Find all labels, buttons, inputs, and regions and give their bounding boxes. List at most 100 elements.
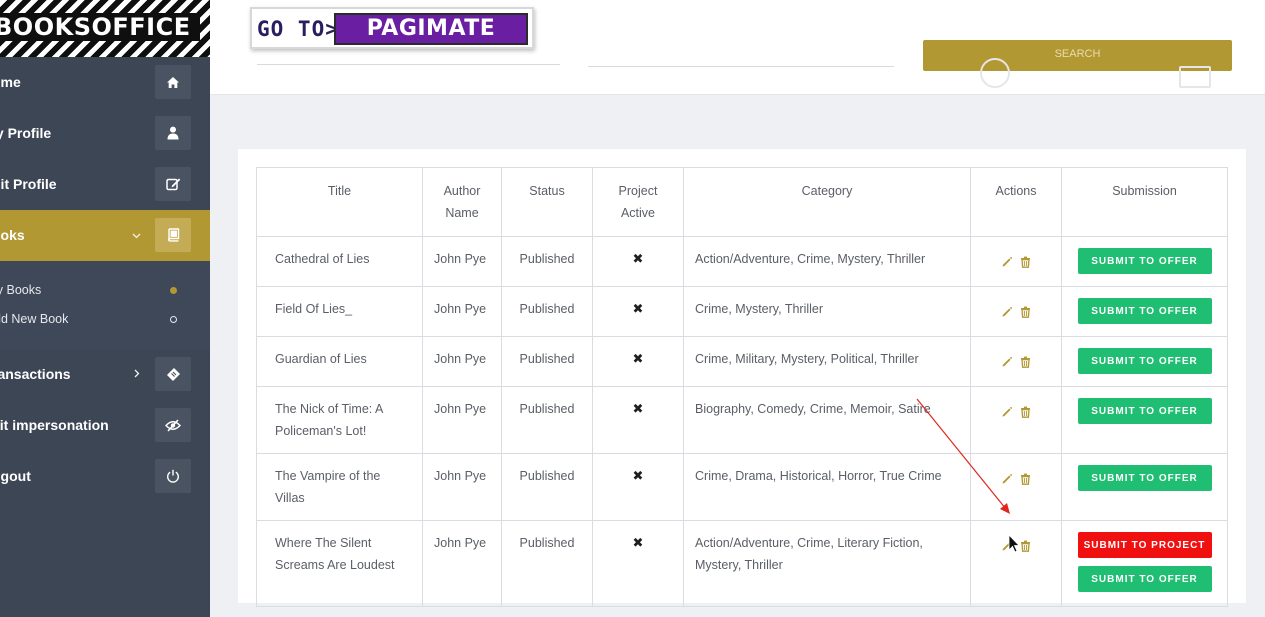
submenu-item-add-new-book[interactable]: dd New Book xyxy=(0,305,210,334)
author-cell: John Pye xyxy=(422,286,502,337)
submission-cell: SUBMIT TO PROJECT SUBMIT TO OFFER xyxy=(1061,520,1228,607)
books-table: Title Author Name Status Project Active … xyxy=(256,167,1228,607)
calendar-icon xyxy=(1179,66,1211,88)
delete-trash-icon[interactable] xyxy=(1018,403,1032,418)
submit-to-offer-button[interactable]: SUBMIT TO OFFER xyxy=(1077,348,1212,374)
book-title-cell: The Nick of Time: A Policeman's Lot! xyxy=(256,386,423,454)
sidebar-item-my-profile[interactable]: ly Profile xyxy=(0,108,210,159)
actions-cell xyxy=(970,453,1062,521)
submit-to-offer-button[interactable]: SUBMIT TO OFFER xyxy=(1077,298,1212,324)
active-dot-icon xyxy=(170,287,177,294)
project-inactive-x-icon: ✖ xyxy=(592,453,684,521)
inactive-dot-icon xyxy=(170,316,177,323)
edit-pencil-icon[interactable] xyxy=(1000,303,1014,317)
author-cell: John Pye xyxy=(422,520,502,607)
sidebar-item-logout[interactable]: ogout xyxy=(0,451,210,502)
submenu-item-my-books[interactable]: ly Books xyxy=(0,276,210,305)
sidebar-item-home[interactable]: ome xyxy=(0,57,210,108)
table-row: Guardian of Lies John Pye Published ✖ Crime,… xyxy=(256,336,1228,387)
delete-trash-icon[interactable] xyxy=(1018,253,1032,268)
edit-pencil-icon[interactable] xyxy=(1000,253,1014,267)
edit-pencil-icon[interactable] xyxy=(1000,403,1014,417)
delete-trash-icon[interactable] xyxy=(1018,353,1032,368)
pagimate-promo-banner[interactable]: GO TO> PAGIMATE xyxy=(250,7,534,49)
category-cell: Biography, Comedy, Crime, Memoir, Satire xyxy=(683,386,971,454)
author-cell: John Pye xyxy=(422,386,502,454)
header-actions: Actions xyxy=(970,167,1062,237)
power-icon xyxy=(155,459,191,493)
promo-prefix: GO TO> xyxy=(257,17,339,41)
edit-pencil-icon[interactable] xyxy=(1000,537,1014,551)
sidebar-item-transactions[interactable]: ransactions xyxy=(0,349,210,400)
edit-pencil-icon[interactable] xyxy=(1000,470,1014,484)
submit-to-offer-button[interactable]: SUBMIT TO OFFER xyxy=(1077,566,1212,592)
project-inactive-x-icon: ✖ xyxy=(592,336,684,387)
actions-cell xyxy=(970,520,1062,607)
sidebar-item-edit-profile[interactable]: dit Profile xyxy=(0,159,210,210)
book-title-cell: The Vampire of the Villas xyxy=(256,453,423,521)
book-title-cell: Field Of Lies_ xyxy=(256,286,423,337)
submit-to-offer-button[interactable]: SUBMIT TO OFFER xyxy=(1077,248,1212,274)
submission-cell: SUBMIT TO OFFER xyxy=(1061,236,1228,287)
book-icon xyxy=(155,218,191,252)
promo-brand: PAGIMATE xyxy=(334,13,528,45)
author-cell: John Pye xyxy=(422,453,502,521)
sidebar-item-books[interactable]: ooks xyxy=(0,210,210,261)
actions-cell xyxy=(970,386,1062,454)
submit-to-offer-button[interactable]: SUBMIT TO OFFER xyxy=(1077,398,1212,424)
status-cell: Published xyxy=(501,453,593,521)
header-category: Category xyxy=(683,167,971,237)
sidebar-item-label: dit Profile xyxy=(0,176,57,192)
ticket-icon xyxy=(155,357,191,391)
category-cell: Action/Adventure, Crime, Literary Fictio… xyxy=(683,520,971,607)
actions-cell xyxy=(970,286,1062,337)
sidebar-item-label: ly Profile xyxy=(0,125,52,141)
author-cell: John Pye xyxy=(422,236,502,287)
actions-cell xyxy=(970,336,1062,387)
books-submenu: ly Books dd New Book xyxy=(0,261,210,349)
delete-trash-icon[interactable] xyxy=(1018,470,1032,485)
table-row: The Vampire of the Villas John Pye Publish… xyxy=(256,453,1228,521)
table-header-row: Title Author Name Status Project Active … xyxy=(256,167,1228,237)
edit-pencil-icon[interactable] xyxy=(1000,353,1014,367)
status-cell: Published xyxy=(501,336,593,387)
book-title-cell: Guardian of Lies xyxy=(256,336,423,387)
submenu-item-label: ly Books xyxy=(0,283,42,297)
chevron-down-icon xyxy=(132,210,141,261)
submission-cell: SUBMIT TO OFFER xyxy=(1061,286,1228,337)
chevron-right-icon xyxy=(134,349,140,400)
delete-trash-icon[interactable] xyxy=(1018,303,1032,318)
category-cell: Action/Adventure, Crime, Mystery, Thrill… xyxy=(683,236,971,287)
logo-text: BOOKSOFFICE xyxy=(0,13,191,41)
submit-to-offer-button[interactable]: SUBMIT TO OFFER xyxy=(1077,465,1212,491)
header-status: Status xyxy=(501,167,593,237)
header-title: Title xyxy=(256,167,423,237)
delete-trash-icon[interactable] xyxy=(1018,537,1032,552)
actions-cell xyxy=(970,236,1062,287)
submit-to-project-button[interactable]: SUBMIT TO PROJECT xyxy=(1077,532,1212,558)
filter-field-underline[interactable] xyxy=(588,66,894,67)
submission-cell: SUBMIT TO OFFER xyxy=(1061,453,1228,521)
status-cell: Published xyxy=(501,236,593,287)
book-title-cell: Cathedral of Lies xyxy=(256,236,423,287)
eye-slash-icon xyxy=(155,408,191,442)
status-cell: Published xyxy=(501,286,593,337)
header-author: Author Name xyxy=(422,167,502,237)
project-inactive-x-icon: ✖ xyxy=(592,520,684,607)
sidebar-item-exit-impersonation[interactable]: xit impersonation xyxy=(0,400,210,451)
filter-field-underline[interactable] xyxy=(257,64,560,65)
user-icon xyxy=(155,116,191,150)
sidebar-item-label: ome xyxy=(0,74,21,90)
submenu-item-label: dd New Book xyxy=(0,312,69,326)
table-row: Field Of Lies_ John Pye Published ✖ Crime, M… xyxy=(256,286,1228,337)
category-cell: Crime, Drama, Historical, Horror, True C… xyxy=(683,453,971,521)
category-cell: Crime, Mystery, Thriller xyxy=(683,286,971,337)
submission-cell: SUBMIT TO OFFER xyxy=(1061,336,1228,387)
header-project-active: Project Active xyxy=(592,167,684,237)
booksoffice-logo[interactable]: BOOKSOFFICE xyxy=(0,0,210,57)
table-row: Where The Silent Screams Are Loudest John… xyxy=(256,520,1228,607)
sidebar-item-label: xit impersonation xyxy=(0,417,109,433)
header-submission: Submission xyxy=(1061,167,1228,237)
category-cell: Crime, Military, Mystery, Political, Thr… xyxy=(683,336,971,387)
user-icon xyxy=(980,58,1010,88)
